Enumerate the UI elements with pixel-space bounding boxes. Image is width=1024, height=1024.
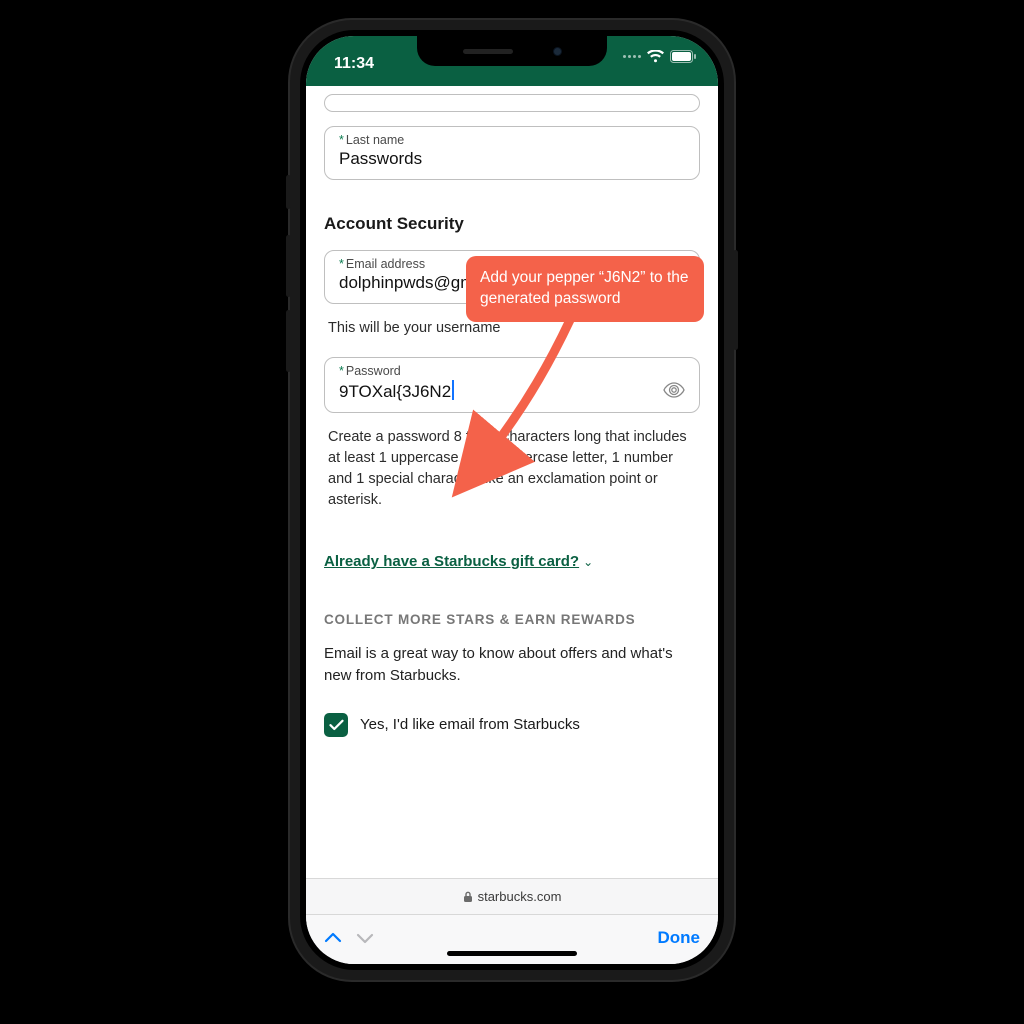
last-name-label: *Last name	[339, 133, 685, 147]
safari-address-bar[interactable]: starbucks.com	[306, 878, 718, 914]
cellular-dots-icon	[623, 55, 641, 58]
phone-frame: 11:34 *Last name Passwords	[290, 20, 734, 980]
annotation-text: Add your pepper “J6N2” to the generated …	[480, 269, 689, 307]
chevron-down-icon: ⌄	[583, 555, 593, 569]
power-button	[733, 250, 738, 350]
volume-down-button	[286, 310, 291, 372]
first-name-field[interactable]	[324, 94, 700, 112]
prev-field-button[interactable]	[324, 932, 342, 944]
speaker	[463, 49, 513, 54]
check-icon	[329, 719, 344, 731]
status-time: 11:34	[334, 55, 374, 73]
home-indicator[interactable]	[447, 951, 577, 956]
email-optin-row[interactable]: Yes, I'd like email from Starbucks	[324, 713, 700, 737]
address-domain: starbucks.com	[478, 889, 562, 904]
last-name-field[interactable]: *Last name Passwords	[324, 126, 700, 180]
text-cursor	[452, 380, 454, 400]
volume-up-button	[286, 235, 291, 297]
last-name-value[interactable]: Passwords	[339, 149, 685, 169]
keyboard-done-button[interactable]: Done	[658, 928, 701, 948]
next-field-button[interactable]	[356, 932, 374, 944]
battery-icon	[670, 50, 696, 63]
notch	[417, 36, 607, 66]
rewards-heading: COLLECT MORE STARS & EARN REWARDS	[324, 612, 700, 627]
rewards-description: Email is a great way to know about offer…	[324, 643, 700, 687]
lock-icon	[463, 891, 473, 903]
giftcard-link[interactable]: Already have a Starbucks gift card?	[324, 553, 579, 570]
annotation-callout: Add your pepper “J6N2” to the generated …	[466, 256, 704, 322]
show-password-icon[interactable]	[663, 382, 685, 398]
keyboard-toolbar: Done	[306, 914, 718, 964]
screen: 11:34 *Last name Passwords	[306, 36, 718, 964]
giftcard-row[interactable]: Already have a Starbucks gift card? ⌄	[324, 553, 700, 570]
annotation-arrow-icon	[460, 315, 590, 490]
account-security-heading: Account Security	[324, 214, 700, 234]
front-camera	[553, 47, 562, 56]
email-optin-checkbox[interactable]	[324, 713, 348, 737]
side-button	[286, 175, 291, 209]
wifi-icon	[647, 50, 664, 63]
email-optin-label: Yes, I'd like email from Starbucks	[360, 716, 580, 733]
